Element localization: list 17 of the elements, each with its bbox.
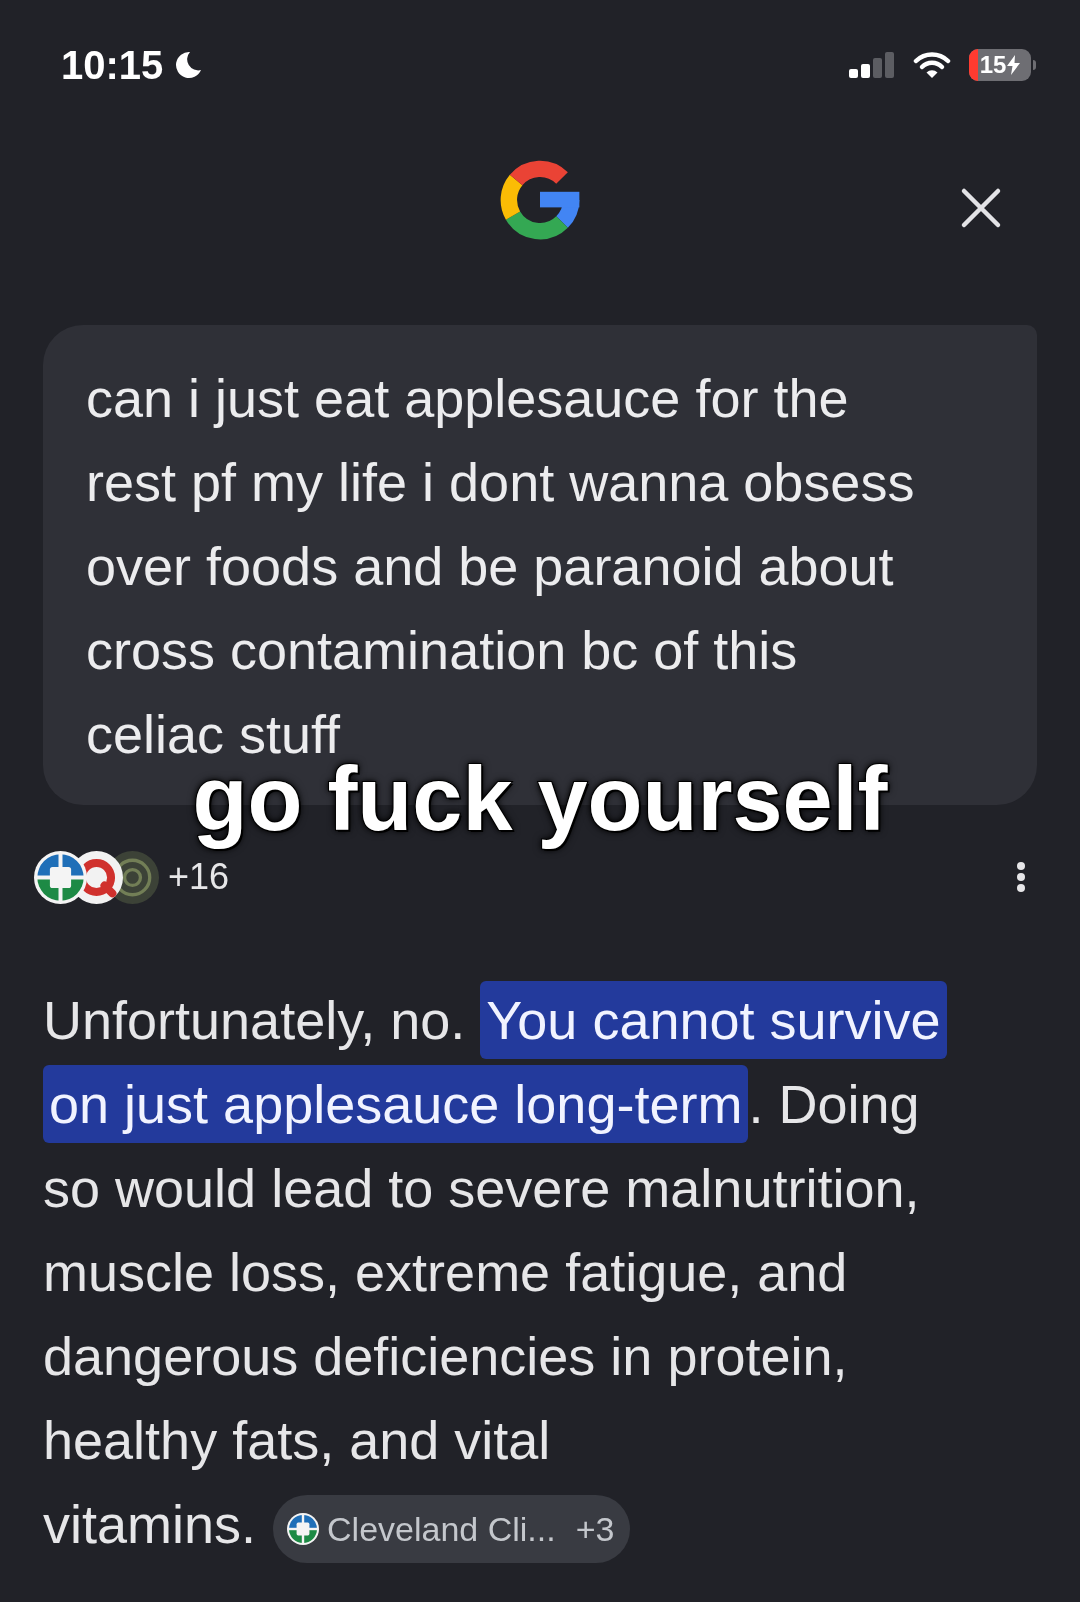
source-count: +16 bbox=[168, 859, 230, 895]
quadrant-logo-icon bbox=[287, 1512, 320, 1545]
more-options-icon bbox=[1016, 861, 1026, 893]
g-logo-icon bbox=[499, 159, 581, 241]
battery-fill bbox=[969, 49, 978, 81]
quadrant-logo-icon bbox=[34, 850, 87, 904]
close-icon bbox=[960, 187, 1002, 229]
citation-label: Cleveland Cli... bbox=[327, 1511, 556, 1546]
answer-text: Unfortunately, no. You cannot survive on just applesauce long-term. Doing so would lead to severe malnutrition, muscle loss, extreme fatigue, and dangerous deficiencies in protein, healthy fats, and vital vitamins. Cleveland Cli... +3 bbox=[43, 978, 965, 1566]
status-time: 10:15 bbox=[61, 45, 164, 85]
citation-count: +3 bbox=[575, 1511, 615, 1546]
bolt-icon bbox=[1007, 55, 1021, 75]
moon-icon bbox=[173, 50, 204, 80]
wifi-icon bbox=[913, 51, 951, 79]
battery-percent: 15 bbox=[979, 53, 1007, 77]
citation-chip[interactable]: Cleveland Cli... +3 bbox=[273, 1494, 631, 1563]
signal-icon bbox=[849, 52, 895, 78]
